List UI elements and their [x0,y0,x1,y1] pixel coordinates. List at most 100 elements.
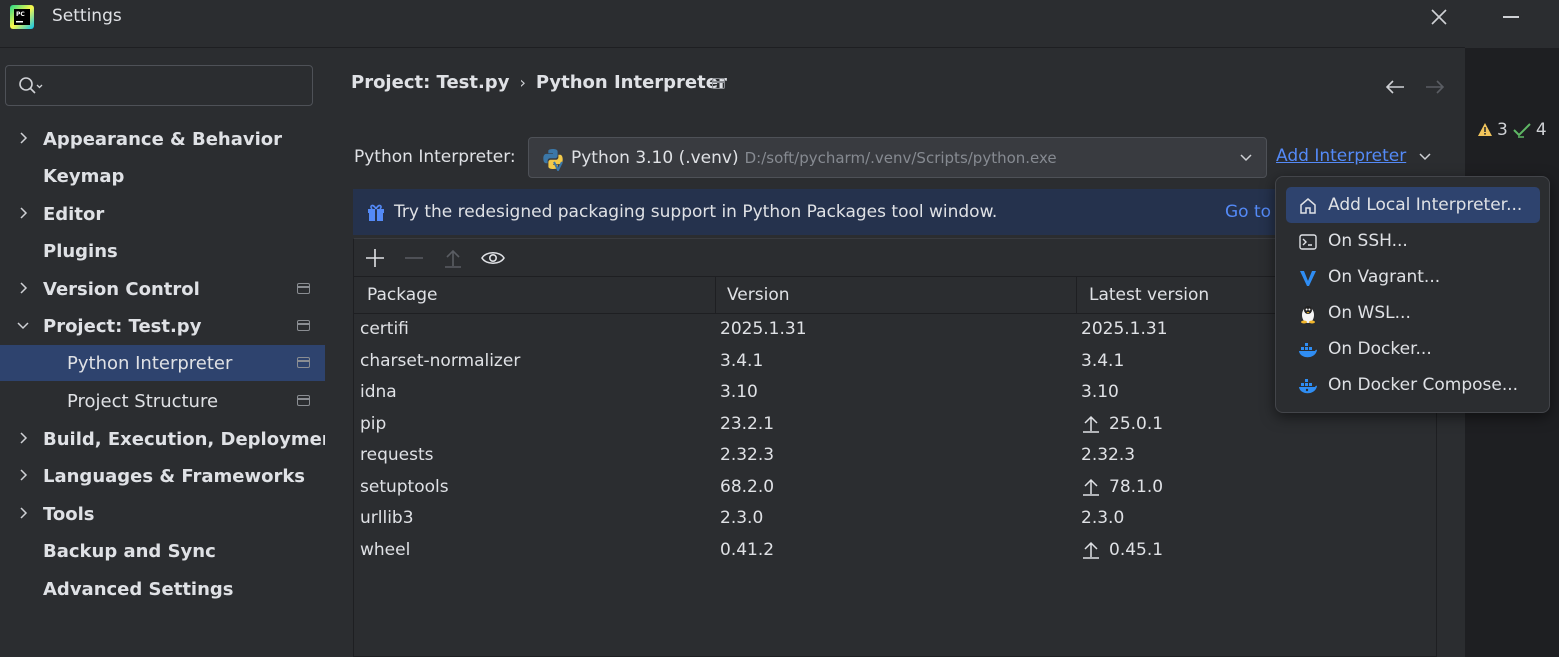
interpreter-select[interactable]: Python 3.10 (.venv) D:/soft/pycharm/.venv… [528,137,1267,178]
cell-latest: 2025.1.31 [1081,319,1168,339]
warning-icon [1478,123,1492,136]
forward-arrow-icon[interactable] [1423,77,1447,97]
chevron-right-icon[interactable] [16,431,30,445]
menu-item-ssh[interactable]: On SSH... [1286,223,1540,259]
upgrade-available-icon [1083,541,1099,559]
linux-icon [1301,306,1315,324]
cell-latest: 2.32.3 [1081,445,1135,465]
warning-count: 3 [1497,120,1508,140]
cell-package: requests [360,445,433,465]
chevron-right-icon[interactable] [16,506,30,520]
chevron-right-icon[interactable] [16,206,30,220]
sidebar-item-label: Project: Test.py [43,315,202,337]
banner-goto-link[interactable]: Go to [1225,202,1271,222]
column-divider[interactable] [1076,277,1077,314]
check-icon [1513,123,1531,138]
cell-package: pip [360,414,386,434]
add-interpreter-link[interactable]: Add Interpreter [1276,146,1406,166]
show-details-eye-icon[interactable] [480,247,506,269]
breadcrumb-separator: › [519,73,526,92]
sidebar-item-project[interactable]: Project: Test.py [0,308,325,344]
sidebar-item-label: Keymap [43,165,125,187]
sidebar-item-languages[interactable]: Languages & Frameworks [0,458,325,494]
docker-compose-icon [1299,379,1317,394]
interpreter-path: D:/soft/pycharm/.venv/Scripts/python.exe [744,149,1057,167]
cell-package-text: pip [360,413,387,434]
cell-package: certifi [360,319,409,339]
sidebar-item-version-control[interactable]: Version Control [0,271,325,307]
chevron-down-icon[interactable] [1418,151,1432,163]
cell-latest: 78.1.0 [1081,477,1163,497]
cell-version: 0.41.2 [720,540,774,560]
project-settings-icon [712,78,725,89]
project-settings-icon [297,395,310,406]
sidebar-item-tools[interactable]: Tools [0,496,325,532]
cell-package: urllib3 [360,508,414,528]
chevron-down-icon[interactable] [16,318,30,332]
chevron-down-icon[interactable] [1239,152,1253,164]
sidebar-item-backup[interactable]: Backup and Sync [0,533,325,569]
banner-message: Try the redesigned packaging support in … [394,202,998,222]
column-divider[interactable] [715,277,716,314]
upgrade-package-icon[interactable] [442,247,464,269]
sidebar-item-build[interactable]: Build, Execution, Deployment [0,421,343,457]
breadcrumb-project[interactable]: Project: Test.py [351,72,509,93]
menu-item-label: Add Local Interpreter... [1328,195,1523,215]
chevron-right-icon[interactable] [16,131,30,145]
sidebar-item-appearance[interactable]: Appearance & Behavior [0,121,325,157]
cell-latest-text: 2025.1.31 [1081,319,1168,339]
cell-version: 68.2.0 [720,477,774,497]
docker-icon [1299,343,1317,358]
window-title: Settings [52,6,122,26]
menu-item-add-local[interactable]: Add Local Interpreter... [1286,187,1540,223]
python-icon [543,149,563,171]
cell-latest-text: 2.3.0 [1081,508,1125,528]
menu-item-wsl[interactable]: On WSL... [1286,295,1540,331]
sidebar-item-editor[interactable]: Editor [0,196,325,232]
home-icon [1300,198,1316,214]
sidebar-item-project-structure[interactable]: Project Structure [0,383,325,419]
chevron-right-icon[interactable] [16,281,30,295]
chevron-right-icon[interactable] [16,468,30,482]
cell-package-text: idna [360,382,397,402]
search-input[interactable] [5,65,313,106]
sidebar-item-label: Tools [43,503,95,525]
close-icon[interactable] [1428,6,1450,28]
cell-version-text: 68.2.0 [720,476,775,497]
ide-titlebar [1465,0,1559,48]
menu-item-docker[interactable]: On Docker... [1286,331,1540,367]
back-arrow-icon[interactable] [1383,77,1407,97]
menu-item-vagrant[interactable]: On Vagrant... [1286,259,1540,295]
menu-item-docker-compose[interactable]: On Docker Compose... [1286,367,1540,403]
sidebar-item-advanced[interactable]: Advanced Settings [0,571,325,607]
project-settings-icon [297,320,310,331]
remove-package-icon[interactable] [403,247,425,269]
cell-version-text: 2.32.3 [720,445,775,465]
cell-latest: 2.3.0 [1081,508,1124,528]
table-row[interactable]: urllib3 2.3.0 2.3.0 [354,504,1438,536]
sidebar-item-plugins[interactable]: Plugins [0,233,325,269]
interpreter-value: Python 3.10 (.venv) D:/soft/pycharm/.venv… [571,148,1057,168]
table-row[interactable]: setuptools 68.2.0 78.1.0 [354,473,1438,505]
inspection-widget[interactable]: 3 4 [1477,120,1547,140]
cell-version-text: 0.41.2 [720,539,775,560]
menu-item-label: On Docker Compose... [1328,375,1519,395]
column-header-version[interactable]: Version [727,285,790,305]
svg-text:PC: PC [16,11,25,18]
cell-latest-text: 0.45.1 [1109,539,1164,560]
cell-package-text: wheel [360,539,411,560]
table-row[interactable]: requests 2.32.3 2.32.3 [354,441,1438,473]
add-interpreter-menu: Add Local Interpreter... On SSH... On Va… [1275,176,1550,413]
sidebar-item-python-interpreter[interactable]: Python Interpreter [0,345,325,381]
table-row[interactable]: pip 23.2.1 25.0.1 [354,410,1438,442]
check-count: 4 [1535,120,1547,140]
cell-latest-text: 3.10 [1081,382,1119,402]
table-row[interactable]: wheel 0.41.2 0.45.1 [354,536,1438,568]
add-package-icon[interactable] [364,247,386,269]
minimize-icon[interactable] [1503,16,1519,18]
sidebar-item-keymap[interactable]: Keymap [0,158,325,194]
column-header-latest[interactable]: Latest version [1089,285,1209,305]
column-header-package[interactable]: Package [367,285,437,305]
cell-version: 3.4.1 [720,351,763,371]
menu-item-label: On Docker... [1328,339,1432,359]
